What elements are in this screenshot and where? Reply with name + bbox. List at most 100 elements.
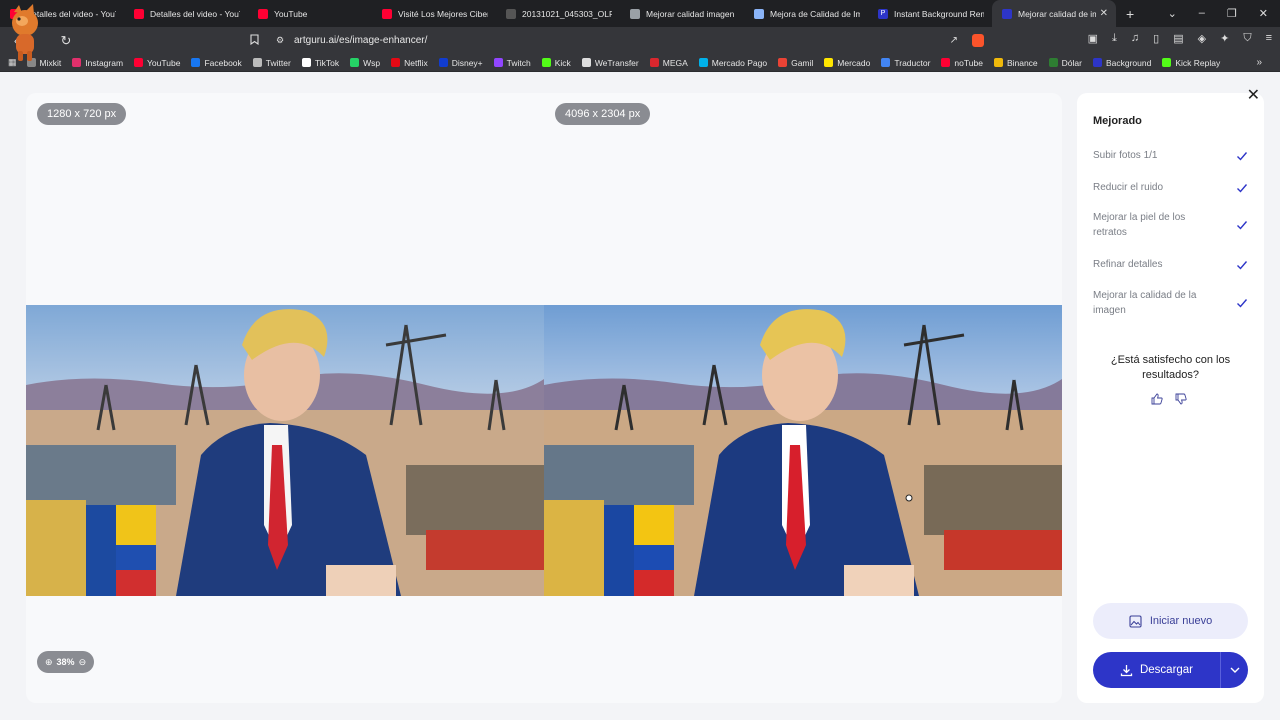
bookmark-label: Binance — [1006, 57, 1038, 68]
bookmark-favicon-icon — [541, 58, 551, 67]
bookmark-favicon-icon — [1162, 58, 1172, 67]
tab-search-icon[interactable]: ⌄ — [1168, 7, 1177, 20]
brave-shield-icon[interactable] — [972, 34, 984, 47]
page-content: 1280 x 720 px 4096 x 2304 px ⊕ 38% ⊖ ✕ M… — [0, 73, 1280, 720]
bookmark-item[interactable]: Kick — [541, 58, 571, 68]
checkmark-icon — [1237, 151, 1248, 161]
bookmark-item[interactable]: Gamil — [778, 58, 813, 68]
bookmark-label: Wsp — [363, 57, 381, 68]
bookmark-item[interactable]: Twitch — [493, 58, 531, 68]
tab-manager-icon[interactable]: ▣ — [1088, 32, 1098, 45]
bookmark-item[interactable]: TikTok — [301, 57, 340, 68]
bookmark-label: Twitter — [265, 57, 291, 68]
wallet-icon[interactable]: ▤ — [1173, 32, 1183, 45]
bookmark-item[interactable]: Binance — [993, 57, 1038, 68]
bookmark-favicon-icon — [134, 58, 144, 67]
zoom-control[interactable]: ⊕ 38% ⊖ — [37, 651, 95, 673]
bookmark-label: Instagram — [85, 57, 124, 68]
step-item: Mejorar la piel de los retratos — [1093, 210, 1248, 240]
comparison-viewer[interactable]: 1280 x 720 px 4096 x 2304 px ⊕ 38% ⊖ — [26, 93, 1062, 703]
bookmark-item[interactable]: Kick Replay — [1162, 58, 1220, 68]
share-icon[interactable]: ↗ — [950, 35, 958, 46]
bookmark-item[interactable]: Mercado Pago — [698, 57, 768, 68]
download-main[interactable]: Descargar — [1093, 664, 1220, 677]
browser-tab[interactable]: Visité Los Mejores Ciber — [372, 0, 496, 27]
bookmark-item[interactable]: Dólar — [1048, 58, 1082, 68]
bookmark-favicon-icon — [778, 58, 788, 67]
bookmark-label: Mercado — [837, 57, 871, 68]
thumbs-up-icon[interactable] — [1151, 393, 1163, 405]
bookmark-favicon-icon — [824, 58, 834, 67]
bookmark-item[interactable]: WeTransfer — [581, 58, 639, 68]
minimize-icon[interactable]: – — [1199, 7, 1205, 20]
file-icon — [506, 8, 516, 19]
step-label: Mejorar la piel de los retratos — [1093, 212, 1186, 238]
shield-icon[interactable]: ⛉ — [1243, 32, 1251, 45]
enhanced-size-badge: 4096 x 2304 px — [555, 103, 651, 125]
bookmark-item[interactable]: Facebook — [191, 58, 242, 68]
bookmark-item[interactable]: MEGA — [649, 57, 688, 68]
close-icon[interactable]: ✕ — [1247, 85, 1260, 105]
address-bar[interactable]: ⚙ artguru.ai/es/image-enhancer/ ↗ — [242, 29, 994, 52]
restore-icon[interactable]: ❐ — [1227, 7, 1237, 20]
youtube-icon — [382, 8, 392, 19]
bookmark-favicon-icon — [941, 58, 951, 67]
more-bookmarks-icon[interactable]: » — [1256, 57, 1262, 68]
browser-toolbar: ‹ ↻ ⚙ artguru.ai/es/image-enhancer/ ↗ ▣ … — [0, 27, 1280, 54]
bookmark-favicon-icon — [993, 58, 1003, 67]
chevron-down-icon[interactable] — [1221, 667, 1248, 673]
sidebar-icon[interactable]: ▯ — [1153, 32, 1159, 45]
step-label: Mejorar la calidad de la imagen — [1093, 290, 1197, 316]
bookmark-favicon-icon — [881, 58, 891, 67]
bookmark-item[interactable]: Disney+ — [438, 57, 483, 68]
enhanced-image — [544, 305, 1062, 596]
bookmark-item[interactable]: YouTube — [134, 58, 180, 68]
start-new-button[interactable]: Iniciar nuevo — [1093, 603, 1248, 639]
ai-sparkle-icon[interactable]: ✦ — [1220, 32, 1229, 45]
music-icon[interactable]: ♫ — [1131, 32, 1139, 45]
bookmark-label: Netflix — [404, 57, 428, 68]
browser-tab[interactable]: Mejorar calidad imagen — [620, 0, 744, 27]
browser-tab[interactable]: YouTube — [248, 0, 372, 27]
bookmark-label: MEGA — [662, 57, 688, 68]
download-label: Descargar — [1139, 664, 1194, 676]
menu-icon[interactable]: ≡ — [1266, 32, 1272, 45]
browser-tab[interactable]: Mejora de Calidad de Ima — [744, 0, 868, 27]
zoom-out-icon[interactable]: ⊖ — [79, 657, 87, 668]
bookmark-icon[interactable] — [250, 33, 259, 48]
zoom-in-icon[interactable]: ⊕ — [45, 657, 53, 668]
bookmark-label: Background — [1105, 57, 1152, 68]
browser-tab[interactable]: P Instant Background Remo — [868, 0, 992, 27]
bookmark-item[interactable]: Twitter — [252, 57, 291, 68]
bookmark-item[interactable]: Mercado — [824, 58, 870, 68]
bookmark-item[interactable]: Instagram — [72, 58, 123, 68]
browser-tab[interactable]: Detalles del video - YouTu — [124, 0, 248, 27]
bookmark-item[interactable]: noTube — [941, 58, 983, 68]
bookmark-item[interactable]: Traductor — [881, 58, 930, 68]
download-icon[interactable]: ⤓ — [1112, 32, 1117, 45]
new-tab-button[interactable]: + — [1126, 6, 1134, 22]
feedback-buttons — [1151, 393, 1187, 405]
bookmark-item[interactable]: Background — [1092, 57, 1152, 68]
download-button[interactable]: Descargar — [1093, 652, 1248, 688]
browser-tab[interactable]: 20131021_045303_OLFE — [496, 0, 620, 27]
close-window-icon[interactable]: ✕ — [1259, 7, 1268, 20]
extension-icons: ▣ ⤓ ♫ ▯ ▤ ◈ ✦ ⛉ ≡ — [1088, 32, 1272, 45]
browser-tab-active[interactable]: Mejorar calidad de im ✕ — [992, 0, 1116, 27]
thumbs-down-icon[interactable] — [1175, 393, 1187, 405]
close-tab-icon[interactable]: ✕ — [1096, 8, 1108, 19]
bookmark-favicon-icon — [1048, 58, 1058, 67]
bookmark-label: Mercado Pago — [711, 57, 768, 68]
bookmark-label: noTube — [954, 57, 983, 68]
bookmark-item[interactable]: Wsp — [350, 58, 380, 68]
url-text[interactable]: artguru.ai/es/image-enhancer/ — [294, 35, 427, 46]
bookmark-label: Disney+ — [451, 57, 483, 68]
step-label: Refinar detalles — [1093, 259, 1163, 270]
bookmark-favicon-icon — [252, 58, 262, 67]
bookmark-label: TikTok — [314, 57, 340, 68]
reload-icon[interactable]: ↻ — [56, 33, 76, 49]
vpn-icon[interactable]: ◈ — [1198, 32, 1206, 45]
step-item: Reducir el ruido — [1093, 180, 1248, 195]
site-info-icon[interactable]: ⚙ — [276, 35, 284, 46]
bookmark-item[interactable]: Netflix — [391, 58, 428, 68]
